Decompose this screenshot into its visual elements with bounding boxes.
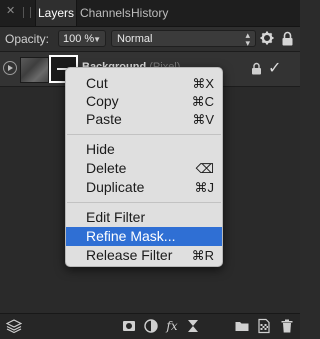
tab-layers[interactable]: Layers bbox=[35, 0, 77, 26]
layers-bottom-toolbar: fx bbox=[0, 313, 300, 339]
chevron-down-icon: ▼ bbox=[93, 35, 101, 44]
adjustment-icon[interactable] bbox=[143, 318, 159, 334]
menu-item-refine-mask[interactable]: Refine Mask... bbox=[66, 227, 222, 246]
panel-tab-bar: ✕ Layers Channels History bbox=[0, 0, 300, 27]
menu-item-hide[interactable]: Hide bbox=[66, 140, 222, 159]
live-filter-icon[interactable] bbox=[185, 318, 201, 334]
menu-separator bbox=[67, 202, 221, 203]
menu-item-copy[interactable]: Copy ⌘C bbox=[66, 92, 222, 111]
add-mask-icon[interactable] bbox=[121, 318, 137, 334]
tab-history[interactable]: History bbox=[131, 0, 168, 26]
menu-item-release-filter[interactable]: Release Filter ⌘R bbox=[66, 246, 222, 265]
fx-icon[interactable]: fx bbox=[164, 318, 180, 334]
lock-icon[interactable] bbox=[281, 31, 294, 46]
expand-layer-icon[interactable] bbox=[3, 61, 17, 75]
panel-grip-icon[interactable] bbox=[23, 7, 31, 18]
folder-icon[interactable] bbox=[234, 318, 250, 334]
menu-item-cut[interactable]: Cut ⌘X bbox=[66, 74, 222, 93]
menu-item-delete[interactable]: Delete ⌫ bbox=[66, 159, 222, 178]
blend-mode-select[interactable]: Normal ▴ ▾ bbox=[111, 30, 256, 48]
opacity-value: 100 % bbox=[63, 33, 95, 45]
layers-stack-icon[interactable] bbox=[6, 318, 22, 334]
gear-icon[interactable] bbox=[260, 31, 274, 45]
menu-item-edit-filter[interactable]: Edit Filter bbox=[66, 208, 222, 227]
menu-item-duplicate[interactable]: Duplicate ⌘J bbox=[66, 178, 222, 197]
context-menu: Cut ⌘X Copy ⌘C Paste ⌘V Hide Delete ⌫ Duplic… bbox=[65, 67, 223, 267]
layer-thumbnail bbox=[20, 57, 49, 83]
menu-separator bbox=[67, 134, 221, 135]
layers-panel: ✕ Layers Channels History Opacity: 100 %… bbox=[0, 0, 300, 339]
layer-lock-icon[interactable] bbox=[251, 62, 262, 75]
layer-options-row: Opacity: 100 % ▼ Normal ▴ ▾ bbox=[0, 27, 300, 52]
visibility-check-icon[interactable]: ✓ bbox=[268, 58, 281, 78]
trash-icon[interactable] bbox=[279, 318, 295, 334]
new-pixel-layer-icon[interactable] bbox=[256, 318, 272, 334]
panel-close-icon[interactable]: ✕ bbox=[6, 6, 17, 17]
delete-key-icon: ⌫ bbox=[195, 161, 214, 176]
menu-item-paste[interactable]: Paste ⌘V bbox=[66, 110, 222, 129]
blend-mode-value: Normal bbox=[117, 33, 153, 45]
opacity-label: Opacity: bbox=[5, 32, 50, 46]
tab-channels[interactable]: Channels bbox=[80, 0, 131, 26]
updown-chevron-icon: ▴ ▾ bbox=[245, 30, 250, 48]
opacity-field[interactable]: 100 % ▼ bbox=[58, 30, 106, 47]
